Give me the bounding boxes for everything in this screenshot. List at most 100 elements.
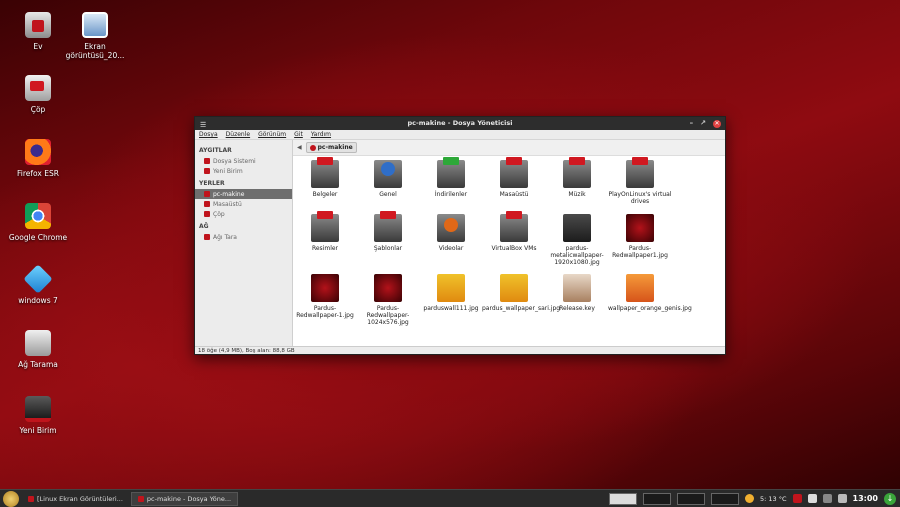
file-manager-window: ☰ pc-makine - Dosya Yöneticisi – ↗ ✕ Dos… — [194, 116, 726, 355]
trash-icon — [25, 75, 51, 101]
sidebar-item-pc-makine[interactable]: pc-makine — [195, 189, 292, 199]
drive-icon — [204, 168, 210, 174]
home-icon — [25, 12, 51, 38]
folder-music-icon — [563, 157, 591, 188]
file-item-virtualbox-vms[interactable]: VirtualBox VMs — [482, 211, 546, 252]
sidebar-item-new-volume[interactable]: Yeni Birim — [195, 166, 292, 176]
file-manager-app-icon: ☰ — [200, 121, 207, 129]
desktop-icon-windows7[interactable]: windows 7 — [1, 264, 75, 305]
file-item-redwallpaper-1024[interactable]: Pardus-Redwallpaper-1024x576.jpg — [356, 274, 420, 326]
sidebar-item-label: Yeni Birim — [213, 167, 243, 175]
file-item-metalic-wallpaper[interactable]: pardus-metalicwallpaper-1920x1080.jpg — [545, 214, 609, 266]
file-item-redwallpaper-1[interactable]: Pardus-Redwallpaper-1.jpg — [293, 274, 357, 319]
network-icon — [204, 234, 210, 240]
taskbar-task-file-manager[interactable]: pc-makine - Dosya Yöne... — [130, 491, 239, 506]
path-back-icon[interactable]: ◀ — [297, 144, 302, 151]
file-item-playonlinux[interactable]: PlayOnLinux's virtual drives — [608, 157, 672, 205]
image-thumbnail-icon — [311, 274, 339, 302]
sidebar-item-label: Çöp — [213, 210, 225, 218]
folder-link-icon — [626, 157, 654, 188]
file-label: Pardus-Redwallpaper1.jpg — [612, 245, 668, 259]
desktop-icon-trash[interactable]: Çöp — [1, 75, 75, 114]
weather-icon[interactable] — [745, 494, 754, 503]
desktop-icon-new-volume[interactable]: Yeni Birim — [1, 396, 75, 435]
sidebar-item-label: pc-makine — [213, 190, 245, 198]
maximize-icon[interactable]: ↗ — [700, 117, 706, 130]
browser-icon — [28, 495, 34, 502]
menubar: Dosya Düzenle Görünüm Git Yardım — [195, 130, 725, 140]
file-item-parduswall111[interactable]: parduswall111.jpg — [419, 274, 483, 312]
folder-templates-icon — [374, 211, 402, 242]
folder-documents-icon — [311, 157, 339, 188]
file-label: Şablonlar — [373, 245, 403, 252]
desktop-icon-label: windows 7 — [18, 296, 58, 305]
desktop-icon — [204, 201, 210, 207]
menu-help[interactable]: Yardım — [311, 130, 331, 139]
image-thumbnail-icon — [437, 274, 465, 302]
desktop-icon-screenshot[interactable]: Ekran görüntüsü_20... — [58, 12, 132, 60]
sidebar: AYGITLAR Dosya Sistemi Yeni Birim YERLER… — [195, 140, 293, 346]
desktop-icon-firefox[interactable]: Firefox ESR — [1, 139, 75, 178]
window-body: AYGITLAR Dosya Sistemi Yeni Birim YERLER… — [195, 140, 725, 346]
menu-view[interactable]: Görünüm — [258, 130, 286, 139]
desktop-icon-label: Firefox ESR — [17, 169, 59, 178]
folder-desktop-icon — [500, 157, 528, 188]
file-item-wallpaper-orange[interactable]: wallpaper_orange_genis.jpg — [608, 274, 692, 312]
file-item-sablonlar[interactable]: Şablonlar — [356, 211, 420, 252]
workspace-2[interactable] — [643, 492, 671, 505]
sidebar-item-filesystem[interactable]: Dosya Sistemi — [195, 156, 292, 166]
file-item-wallpaper-sari[interactable]: pardus_wallpaper_sari.jpg — [482, 274, 561, 312]
folder-icon — [500, 211, 528, 242]
file-label: Resimler — [311, 245, 339, 252]
window-titlebar[interactable]: ☰ pc-makine - Dosya Yöneticisi – ↗ ✕ — [195, 117, 725, 130]
scanner-icon — [25, 330, 51, 356]
file-label: pardus_wallpaper_sari.jpg — [482, 305, 561, 312]
folder-videos-icon — [437, 214, 465, 242]
file-item-masaustu[interactable]: Masaüstü — [482, 157, 546, 198]
desktop-icon-chrome[interactable]: Google Chrome — [1, 203, 75, 242]
file-label: wallpaper_orange_genis.jpg — [608, 305, 692, 312]
taskbar-task-screenshots[interactable]: [Linux Ekran Görüntüleri... — [22, 492, 129, 506]
desktop-icon-label: Ekran görüntüsü_20... — [65, 42, 125, 60]
image-thumbnail-icon — [500, 274, 528, 302]
file-label: Pardus-Redwallpaper-1.jpg — [296, 305, 354, 319]
file-item-genel[interactable]: Genel — [356, 160, 420, 198]
file-label: parduswall111.jpg — [423, 305, 479, 312]
menu-go[interactable]: Git — [294, 130, 303, 139]
file-item-redwallpaper1[interactable]: Pardus-Redwallpaper1.jpg — [608, 214, 672, 259]
sidebar-item-trash[interactable]: Çöp — [195, 209, 292, 219]
flag-icon[interactable] — [792, 494, 802, 503]
workspace-3[interactable] — [677, 492, 705, 505]
file-label: Genel — [379, 191, 397, 198]
weather-text[interactable]: 5: 13 °C — [760, 495, 787, 503]
workspace-4[interactable] — [711, 492, 739, 505]
minimize-icon[interactable]: – — [690, 117, 694, 130]
battery-icon[interactable] — [837, 494, 847, 503]
file-item-videolar[interactable]: Videolar — [419, 214, 483, 252]
menu-edit[interactable]: Düzenle — [226, 130, 250, 139]
close-icon[interactable]: ✕ — [713, 119, 721, 128]
image-thumbnail-icon — [563, 214, 591, 242]
volume-icon[interactable] — [807, 494, 817, 503]
file-label: Release.key — [559, 305, 595, 312]
start-menu-icon[interactable] — [3, 490, 19, 507]
network-icon[interactable] — [822, 494, 832, 503]
drive-icon — [25, 396, 51, 422]
file-item-release-key[interactable]: Release.key — [545, 274, 609, 312]
sidebar-item-desktop[interactable]: Masaüstü — [195, 199, 292, 209]
file-item-belgeler[interactable]: Belgeler — [293, 157, 357, 198]
file-manager-icon — [137, 495, 144, 502]
file-label: İndirilenler — [434, 191, 468, 198]
file-item-indirilenler[interactable]: İndirilenler — [419, 157, 483, 198]
clock[interactable]: 13:00 — [853, 494, 878, 503]
sidebar-item-browse-network[interactable]: Ağı Tara — [195, 232, 292, 242]
file-item-resimler[interactable]: Resimler — [293, 211, 357, 252]
desktop-icon-network-scan[interactable]: Ağ Tarama — [1, 330, 75, 369]
folder-pictures-icon — [311, 211, 339, 242]
image-thumbnail-icon — [626, 274, 654, 302]
path-button-pc-makine[interactable]: pc-makine — [305, 142, 357, 153]
sidebar-item-label: Masaüstü — [213, 200, 242, 208]
file-item-muzik[interactable]: Müzik — [545, 157, 609, 198]
update-icon[interactable]: ↓ — [884, 492, 896, 505]
workspace-1[interactable] — [609, 492, 637, 505]
